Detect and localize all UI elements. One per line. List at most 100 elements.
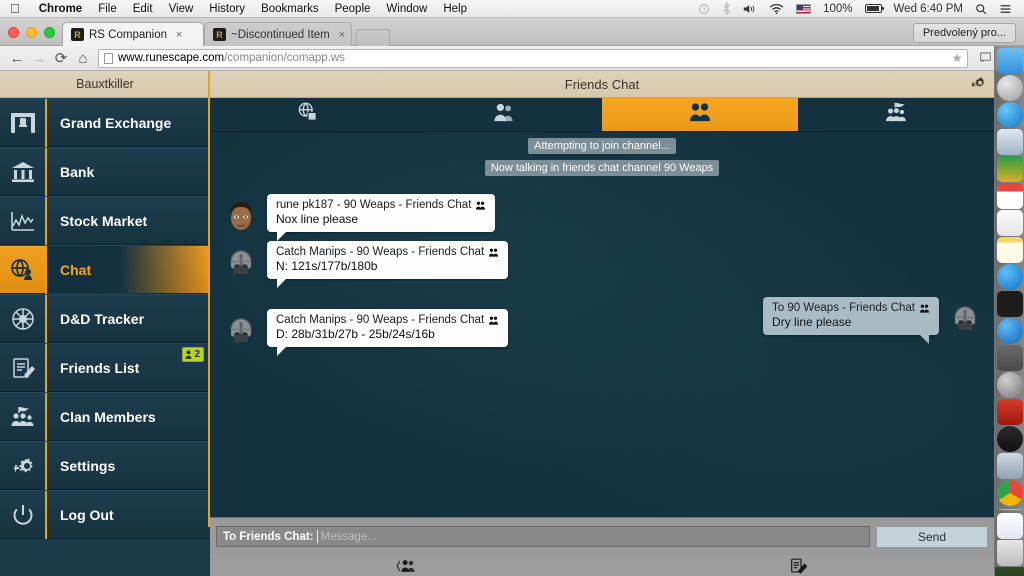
notes-icon[interactable]: [996, 237, 1023, 263]
utility-icon[interactable]: [996, 372, 1023, 398]
menu-bookmarks[interactable]: Bookmarks: [253, 3, 327, 15]
sidebar-item-stock-market[interactable]: Stock Market: [0, 196, 210, 245]
parrot-icon[interactable]: [996, 156, 1023, 182]
menu-people[interactable]: People: [327, 3, 379, 15]
compose-note-button[interactable]: [602, 558, 994, 574]
gear-icon[interactable]: [969, 75, 986, 95]
compass-icon: [0, 307, 45, 331]
message-text: N: 121s/177b/180b: [276, 259, 378, 273]
menu-chrome[interactable]: Chrome: [31, 3, 90, 15]
volume-icon[interactable]: [737, 3, 763, 15]
close-window-button[interactable]: [8, 27, 19, 38]
message-sender: rune pk187 - 90 Weaps - Friends Chat: [276, 199, 472, 211]
xquartz-icon[interactable]: [996, 426, 1023, 452]
sidebar-item-label: D&D Tracker: [60, 310, 145, 327]
calendar-icon[interactable]: [996, 183, 1023, 209]
sidebar-item-grand-exchange[interactable]: Grand Exchange: [0, 98, 210, 147]
minimize-window-button[interactable]: [26, 27, 37, 38]
tab-friends-chat[interactable]: [602, 98, 798, 131]
sidebar-item-clan-members[interactable]: Clan Members: [0, 392, 210, 441]
contacts-icon[interactable]: [996, 210, 1023, 236]
apple-icon[interactable]: : [0, 2, 31, 15]
private-chat-icon: [492, 102, 516, 127]
reload-icon[interactable]: ⟳: [50, 49, 72, 67]
chat-messages-area[interactable]: Attempting to join channel... Now talkin…: [210, 132, 994, 517]
sublime-icon[interactable]: [996, 345, 1023, 371]
safari-icon[interactable]: [996, 102, 1023, 128]
sidebar-item-friends-list[interactable]: Friends List 2: [0, 343, 210, 392]
sidebar-item-label: Bank: [60, 163, 95, 180]
trash-icon[interactable]: [996, 540, 1023, 566]
tab-private-chat[interactable]: [406, 98, 602, 131]
maximize-window-button[interactable]: [44, 27, 55, 38]
helmet-avatar: [224, 245, 258, 281]
address-bar[interactable]: www.runescape.com /companion/comapp.ws ★: [98, 48, 969, 68]
document-icon[interactable]: [996, 513, 1023, 539]
back-to-friends-button[interactable]: [210, 559, 602, 573]
tab-clan-chat[interactable]: [798, 98, 994, 131]
home-icon[interactable]: ⌂: [72, 50, 94, 67]
sidebar-item-chat[interactable]: Chat: [0, 245, 210, 294]
profile-button[interactable]: Predvolený pro...: [912, 23, 1016, 43]
browser-tabs: R RS Companion × R ~Discontinued Item St…: [62, 22, 390, 46]
search-icon[interactable]: [969, 3, 993, 15]
r-blue-icon[interactable]: [996, 318, 1023, 344]
helmet-avatar: [224, 313, 258, 349]
page-info-icon[interactable]: [104, 52, 113, 64]
close-tab-icon[interactable]: ×: [339, 29, 345, 41]
finder-icon[interactable]: [996, 48, 1023, 74]
back-arrow-icon[interactable]: ←: [6, 50, 28, 67]
friends-list-icon: [0, 356, 45, 380]
menu-history[interactable]: History: [201, 3, 253, 15]
window-controls: [8, 27, 55, 38]
star-icon[interactable]: ★: [952, 51, 963, 65]
close-tab-icon[interactable]: ×: [176, 29, 182, 41]
friends-online-badge: 2: [182, 347, 204, 362]
tab-public-chat[interactable]: [210, 98, 406, 131]
sidebar-item-log-out[interactable]: Log Out: [0, 490, 210, 539]
wifi-icon[interactable]: [763, 3, 790, 15]
clock[interactable]: Wed 6:40 PM: [888, 3, 969, 15]
app-store-icon[interactable]: [996, 264, 1023, 290]
menu-help[interactable]: Help: [435, 3, 475, 15]
sidebar-item-label: Friends List: [60, 359, 140, 376]
forward-arrow-icon[interactable]: →: [28, 50, 50, 67]
chrome-icon[interactable]: [996, 480, 1023, 506]
launchpad-icon[interactable]: [996, 75, 1023, 101]
system-message-row: Now talking in friends chat channel 90 W…: [210, 160, 994, 176]
send-button[interactable]: Send: [876, 525, 988, 548]
menu-edit[interactable]: Edit: [125, 3, 161, 15]
preview-icon[interactable]: [996, 453, 1023, 479]
message-input[interactable]: To Friends Chat: Message...: [216, 526, 870, 547]
new-tab-button[interactable]: [356, 29, 390, 46]
sidebar-nav: Grand Exchange Bank Stock Market Chat D&…: [0, 98, 210, 576]
person-icon: [185, 350, 192, 359]
system-message: Attempting to join channel...: [528, 138, 676, 154]
menu-file[interactable]: File: [90, 3, 125, 15]
sidebar-item-dnd-tracker[interactable]: D&D Tracker: [0, 294, 210, 343]
main-panel: Friends Chat Attempting to join channel.…: [210, 71, 994, 576]
macos-dock: [994, 46, 1024, 576]
menu-view[interactable]: View: [161, 3, 202, 15]
helmet-avatar: [948, 301, 982, 337]
photos-icon[interactable]: [996, 129, 1023, 155]
bluetooth-icon[interactable]: [716, 2, 737, 15]
battery-percent: 100%: [823, 2, 853, 15]
browser-tab-discontinued-item-status[interactable]: R ~Discontinued Item Status ×: [204, 22, 352, 46]
menu-window[interactable]: Window: [378, 3, 435, 15]
browser-tab-rs-companion[interactable]: R RS Companion ×: [62, 22, 204, 46]
time-machine-icon[interactable]: [692, 3, 716, 15]
compose-note-icon: [790, 558, 807, 574]
terminal-icon[interactable]: [996, 291, 1023, 317]
us-flag-icon[interactable]: [790, 3, 817, 14]
url-domain: www.runescape.com: [118, 52, 225, 64]
sidebar-item-settings[interactable]: Settings: [0, 441, 210, 490]
sidebar-item-label: Clan Members: [60, 408, 156, 425]
sidebar-active-label-wrap: Chat: [47, 245, 210, 294]
sidebar-item-bank[interactable]: Bank: [0, 147, 210, 196]
battery-icon[interactable]: [859, 4, 888, 13]
message-text: Nox line please: [276, 212, 359, 226]
zotero-icon[interactable]: [996, 399, 1023, 425]
desktop-wallpaper-strip: [995, 567, 1024, 576]
notification-center-icon[interactable]: [993, 3, 1018, 15]
